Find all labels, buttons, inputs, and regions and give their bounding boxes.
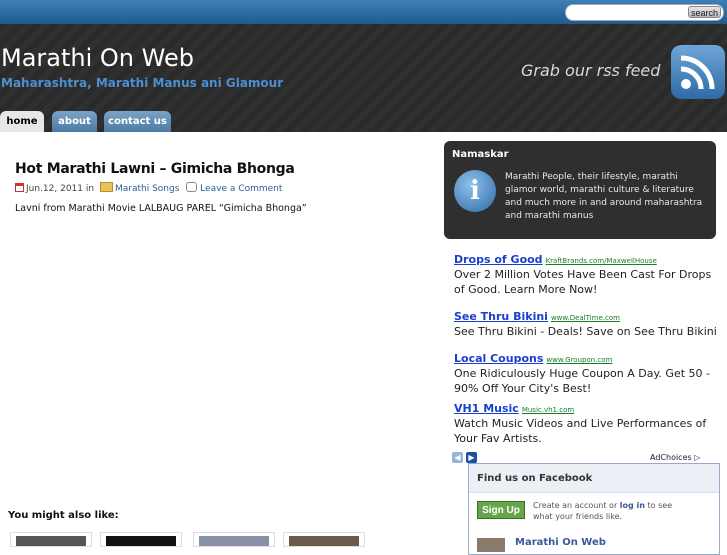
facebook-heading: Find us on Facebook	[477, 473, 593, 484]
page-avatar[interactable]	[477, 538, 505, 552]
ad-title-link[interactable]: Drops of Good	[454, 253, 543, 266]
ad-description: One Ridiculously Huge Coupon A Day. Get …	[454, 367, 710, 395]
rss-icon[interactable]	[671, 45, 725, 99]
facebook-header: Find us on Facebook	[469, 464, 719, 493]
facebook-widget: Find us on Facebook Sign Up Create an ac…	[468, 463, 720, 555]
ad-next-button[interactable]: ▶	[466, 452, 477, 463]
widget-title: Namaskar	[452, 149, 509, 160]
comment-icon	[186, 182, 198, 192]
info-icon: i	[454, 170, 496, 212]
ad-item[interactable]: VH1 Music Music.vh1.com Watch Music Video…	[454, 402, 719, 446]
post-body: Lavni from Marathi Movie LALBAUG PAREL “…	[15, 203, 307, 214]
chevron-left-icon: ◀	[454, 453, 461, 462]
widget-text: Marathi People, their lifestyle, marathi…	[505, 172, 703, 221]
search-button[interactable]: search	[688, 6, 721, 18]
tab-home[interactable]: home	[0, 111, 44, 132]
ad-description: See Thru Bikini - Deals! Save on See Thr…	[454, 325, 717, 338]
ad-description: Watch Music Videos and Live Performances…	[454, 417, 707, 445]
tab-about[interactable]: about	[52, 111, 97, 132]
ad-item[interactable]: See Thru Bikini www.DealTime.com See Thru…	[454, 310, 719, 339]
ad-item[interactable]: Local Coupons www.Groupon.com One Ridicul…	[454, 352, 719, 396]
ad-title-link[interactable]: VH1 Music	[454, 402, 519, 415]
calendar-icon	[15, 183, 24, 192]
rss-feed-link[interactable]: Grab our rss feed	[521, 61, 660, 80]
facebook-login-link[interactable]: log in	[620, 501, 645, 510]
chevron-right-icon: ▶	[468, 453, 475, 462]
facebook-page-link[interactable]: Marathi On Web	[515, 537, 606, 548]
post-meta: Jun.12, 2011 in Marathi Songs Leave a Co…	[15, 182, 282, 194]
post-category-link[interactable]: Marathi Songs	[115, 184, 179, 194]
post-title[interactable]: Hot Marathi Lawni – Gimicha Bhonga	[15, 161, 295, 177]
ad-url-link[interactable]: www.DealTime.com	[551, 314, 620, 322]
namaskar-widget: Namaskar i Marathi People, their lifesty…	[444, 141, 716, 239]
ad-url-link[interactable]: www.Groupon.com	[546, 356, 612, 364]
tab-contact-us[interactable]: contact us	[104, 111, 171, 132]
leave-comment-link[interactable]: Leave a Comment	[200, 184, 282, 194]
post-date: Jun.12, 2011	[26, 184, 84, 194]
related-posts-heading: You might also like:	[8, 510, 119, 521]
site-title[interactable]: Marathi On Web	[1, 44, 194, 72]
facebook-create-text: Create an account or log in to see what …	[533, 501, 673, 521]
post-in-word: in	[85, 184, 95, 194]
ad-url-link[interactable]: Music.vh1.com	[522, 406, 574, 414]
adchoices-icon: ▷	[694, 453, 701, 462]
ad-url-link[interactable]: KraftBrands.com/MaxwellHouse	[546, 257, 657, 265]
ad-item[interactable]: Drops of Good KraftBrands.com/MaxwellHous…	[454, 253, 719, 297]
folder-icon	[99, 182, 113, 192]
ad-title-link[interactable]: See Thru Bikini	[454, 310, 548, 323]
ad-title-link[interactable]: Local Coupons	[454, 352, 543, 365]
site-tagline: Maharashtra, Marathi Manus ani Glamour	[1, 76, 284, 90]
ad-description: Over 2 Million Votes Have Been Cast For …	[454, 268, 712, 296]
facebook-signup-button[interactable]: Sign Up	[477, 501, 525, 519]
ad-prev-button[interactable]: ◀	[452, 452, 463, 463]
adchoices-link[interactable]: AdChoices ▷	[650, 453, 700, 462]
